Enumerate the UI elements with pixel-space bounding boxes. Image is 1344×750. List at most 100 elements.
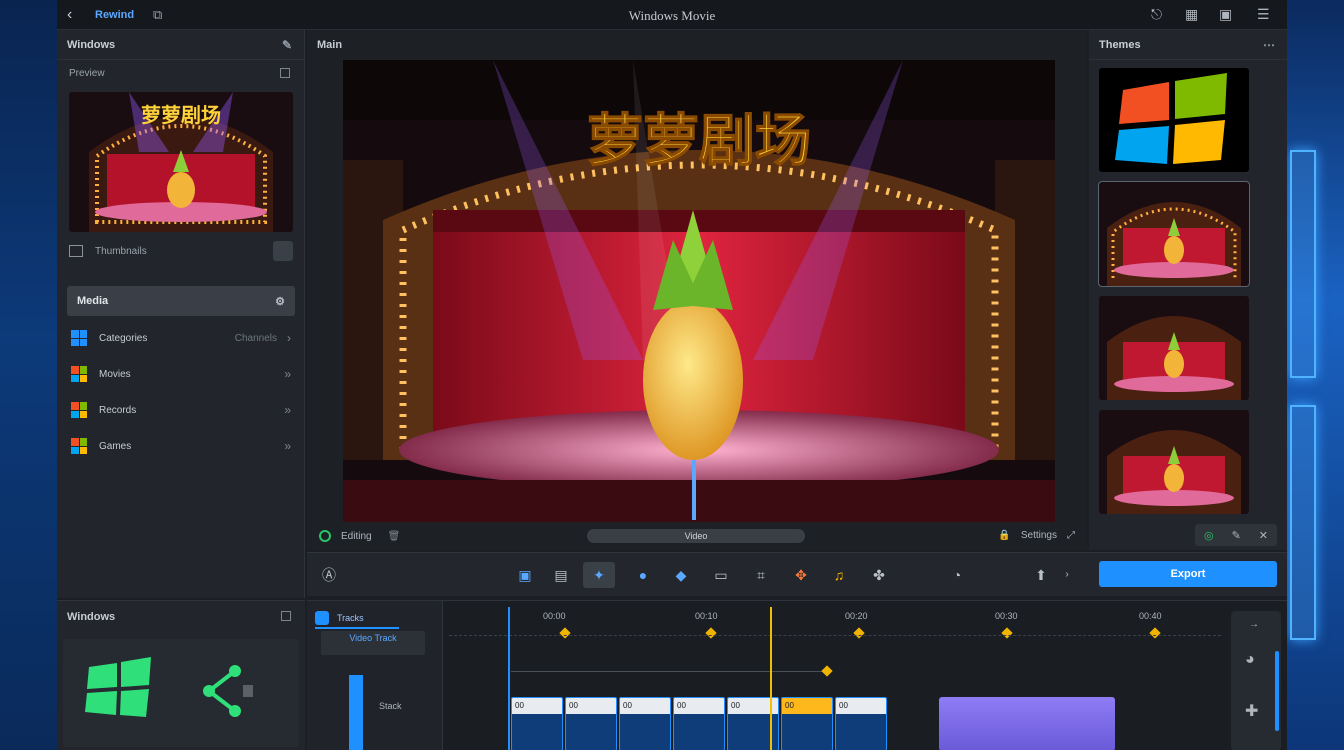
video-track-label[interactable]: Video Track [321, 631, 425, 655]
screen-icon[interactable]: ▭ [711, 565, 731, 585]
app-window: ‹ Rewind ⧉ Windows Movie ⎋ ▦ ▣ ☰ Windows… [57, 0, 1287, 750]
desktop-window-tile-lower [1290, 405, 1316, 640]
clips-icon[interactable]: ▣ [515, 565, 535, 585]
track-volume-bar[interactable] [349, 675, 363, 750]
left-sub-header: Preview [57, 60, 304, 86]
clip-label: 00 [566, 698, 616, 714]
right-panel-actions: ◎ ✎ ✕ [1195, 524, 1277, 546]
video-clip[interactable]: 00 [565, 697, 617, 750]
side-scrollbar[interactable] [1275, 651, 1279, 731]
stage-title-text: 萝萝剧场 [587, 109, 811, 174]
preview-panel: Main 萝萝剧场 Editing 🗑 Video 🔒 Settings ⤢ [307, 30, 1087, 550]
clip-label: 00 [512, 698, 562, 714]
menu-icon[interactable]: ☰ [1257, 6, 1270, 23]
edit-status-label: Editing [341, 530, 372, 542]
grid-icon[interactable]: ▦ [1185, 6, 1198, 23]
audio-keyframe-marker[interactable] [821, 665, 833, 677]
list-item-categories[interactable]: Categories Channels › [67, 324, 295, 352]
upload-icon[interactable]: ⬆ [1031, 565, 1051, 585]
stage-thumbnail-1[interactable] [1098, 181, 1250, 287]
left-panel-title: Windows [67, 38, 116, 51]
video-clip[interactable]: 00 [619, 697, 671, 750]
timeline-ruler[interactable]: 00:00 00:10 00:20 00:30 00:40 [449, 607, 1221, 647]
video-clip[interactable]: 00 [673, 697, 725, 750]
tab-tracks[interactable]: Tracks [315, 609, 399, 627]
timeline-track-list: Tracks Video Track Stack [307, 601, 443, 750]
expand-icon[interactable] [281, 611, 291, 621]
list-item-label: Games [99, 440, 132, 452]
folder-icon[interactable] [69, 245, 83, 257]
video-clip[interactable]: 00 [781, 697, 833, 750]
timer-icon[interactable]: ◔ [947, 565, 967, 585]
video-clip-row: 00 00 00 00 00 00 00 [511, 697, 935, 750]
crop-icon[interactable]: ⌗ [751, 565, 771, 585]
camera-icon[interactable]: ● [633, 565, 653, 585]
scrub-bar[interactable]: Video [587, 529, 805, 543]
list-item-records[interactable]: Records » [67, 396, 295, 424]
thumbnail-options-button[interactable] [273, 241, 293, 261]
share-nodes-icon[interactable] [193, 661, 253, 721]
playhead[interactable] [770, 607, 772, 750]
filter-icon[interactable]: ◆ [671, 565, 691, 585]
clip-label: 00 [782, 698, 832, 714]
windows-logo-icon [71, 402, 87, 418]
fullscreen-icon[interactable]: ⤢ [1067, 530, 1075, 541]
speed-icon[interactable]: ✤ [869, 565, 889, 585]
bottom-left-title: Windows [67, 611, 116, 623]
arrow-right-icon[interactable]: → [1249, 619, 1259, 630]
chevron-right-icon[interactable]: › [287, 331, 291, 345]
pen-icon[interactable]: ✎ [1232, 529, 1241, 542]
clip-label: 00 [836, 698, 886, 714]
split-icon[interactable]: ▤ [551, 565, 571, 585]
edit-status[interactable]: Editing 🗑 [319, 530, 400, 542]
clip-label: 00 [620, 698, 670, 714]
overlay-clip[interactable] [939, 697, 1115, 750]
trash-icon[interactable]: 🗑 [388, 531, 401, 542]
stage-thumbnail-3[interactable] [1099, 410, 1249, 514]
list-item-label: Movies [99, 368, 131, 380]
more-icon[interactable]: ⋯ [1263, 38, 1275, 52]
close-icon[interactable]: ✕ [1259, 529, 1268, 542]
video-clip[interactable]: 00 [835, 697, 887, 750]
windows-logo-icon [71, 366, 87, 382]
left-panel: Windows ✎ Preview 萝萝剧场 Thumbnails Media … [57, 30, 305, 598]
settings-icon[interactable]: ⚙ [275, 295, 285, 308]
lock-icon[interactable]: 🔒 [998, 530, 1010, 541]
palette-icon[interactable]: ◕ [1245, 651, 1255, 669]
audio-lane-line [511, 671, 827, 672]
window-title: Windows Movie [628, 8, 716, 23]
transform-icon[interactable]: ✥ [791, 565, 811, 585]
thumbnail-footer: Thumbnails [69, 240, 293, 262]
tab-tracks-label: Tracks [337, 613, 364, 623]
export-button[interactable]: Export [1099, 561, 1277, 587]
edit-icon[interactable]: ✎ [282, 38, 292, 52]
title-bar: ‹ Rewind ⧉ Windows Movie ⎋ ▦ ▣ ☰ [57, 0, 1287, 30]
preview-thumbnail[interactable]: 萝萝剧场 [69, 92, 293, 232]
share-icon[interactable]: ⎋ [1151, 6, 1162, 23]
windows-share-card[interactable] [63, 639, 299, 747]
left-panel-header: Windows ✎ [57, 30, 304, 60]
puzzle-icon[interactable]: ✚ [1245, 701, 1258, 721]
chevron-right-icon[interactable]: » [284, 367, 291, 381]
media-list-header[interactable]: Media ⚙ [67, 286, 295, 316]
refresh-icon[interactable]: ◎ [1204, 529, 1214, 542]
text-tool-icon[interactable]: Ⓐ [319, 565, 339, 585]
chevron-right-icon[interactable]: » [284, 439, 291, 453]
tracks-icon [315, 611, 329, 625]
audio-icon[interactable]: ♫ [829, 565, 849, 585]
video-clip[interactable]: 00 [511, 697, 563, 750]
video-preview[interactable]: 萝萝剧场 [343, 60, 1055, 522]
settings-status[interactable]: 🔒 Settings ⤢ [998, 530, 1075, 541]
chevron-right-icon[interactable]: › [1057, 565, 1077, 585]
ruler-label: 00:20 [845, 611, 868, 621]
expand-icon[interactable] [280, 68, 290, 78]
timeline-start-marker[interactable] [508, 607, 510, 750]
list-item-games[interactable]: Games » [67, 432, 295, 460]
list-item-movies[interactable]: Movies » [67, 360, 295, 388]
windows-logo-thumbnail[interactable] [1099, 68, 1249, 172]
stage-thumbnail-2[interactable] [1099, 296, 1249, 400]
chevron-right-icon[interactable]: » [284, 403, 291, 417]
effects-icon[interactable]: ✦ [583, 562, 615, 588]
image-icon[interactable]: ▣ [1219, 6, 1232, 23]
ruler-label: 00:00 [543, 611, 566, 621]
